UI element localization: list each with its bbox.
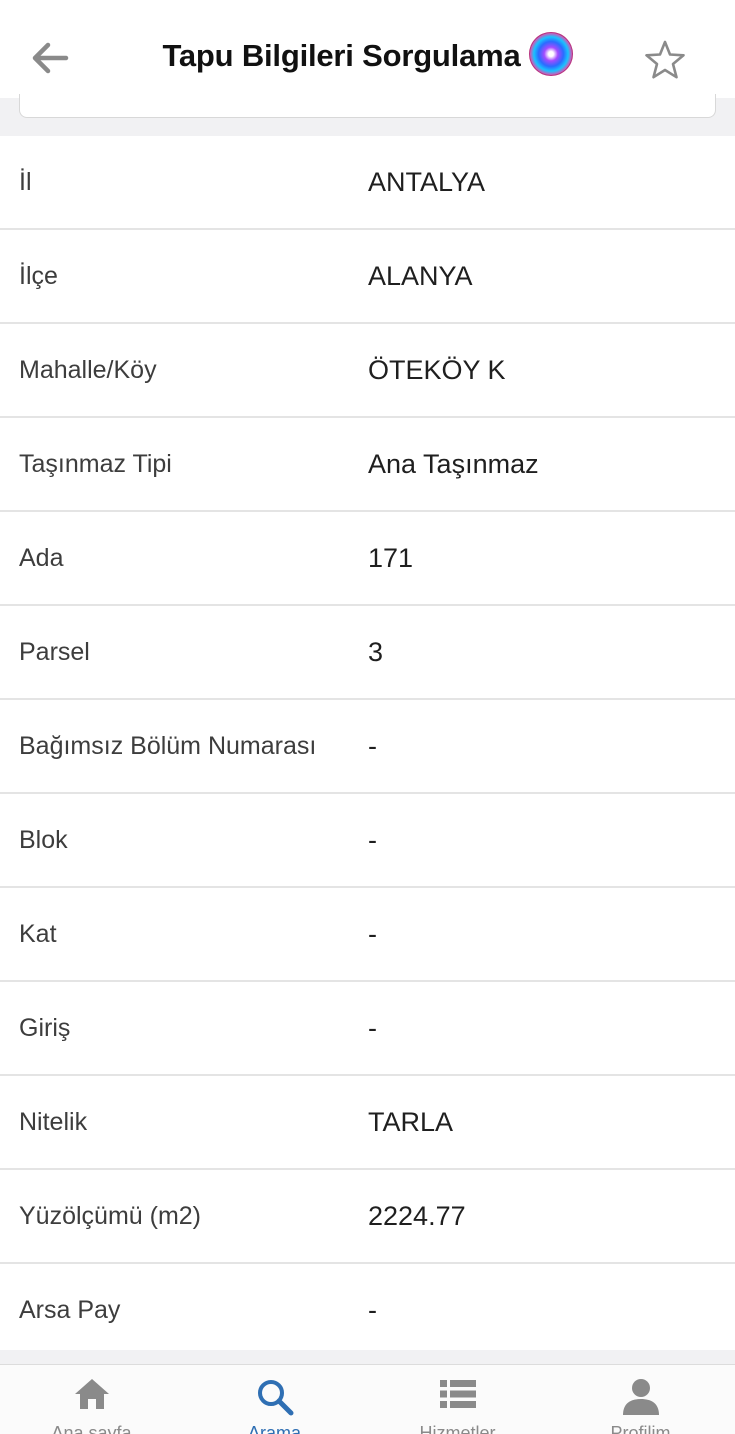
detail-row-giris: Giriş - [0,982,735,1076]
detail-value: 2224.77 [368,1201,466,1231]
detail-value: 3 [368,637,384,667]
detail-value: ÖTEKÖY K [368,355,506,385]
tab-label: Ana sayfa [51,1423,132,1434]
detail-row-il: İl ANTALYA [0,136,735,230]
detail-value: ANTALYA [368,167,486,197]
detail-row-blok: Blok - [0,794,735,888]
search-field[interactable] [19,94,716,118]
search-area [0,94,735,136]
tab-label: Arama [247,1423,301,1434]
detail-row-parsel: Parsel 3 [0,606,735,700]
detail-row-tasinmaz-tipi: Taşınmaz Tipi Ana Taşınmaz [0,418,735,512]
detail-label: Mahalle/Köy [19,356,157,384]
detail-value: TARLA [368,1107,454,1137]
detail-value: - [368,919,377,949]
person-icon [622,1379,659,1415]
detail-row-arsa-pay: Arsa Pay - [0,1264,735,1358]
favorite-button[interactable] [643,38,687,82]
detail-row-nitelik: Nitelik TARLA [0,1076,735,1170]
bottom-tab-bar: Ana sayfa Arama Hizmetler Profilim [0,1364,735,1434]
detail-row-mahalle: Mahalle/Köy ÖTEKÖY K [0,324,735,418]
list-icon [439,1380,476,1408]
tab-profile[interactable]: Profilim [549,1365,732,1434]
detail-label: Arsa Pay [19,1296,121,1324]
detail-row-bagimsiz-bolum: Bağımsız Bölüm Numarası - [0,700,735,794]
detail-value: - [368,1295,377,1325]
detail-label: İl [19,168,32,196]
detail-value: 171 [368,543,414,573]
search-icon [257,1380,293,1416]
section-gap [0,1350,735,1364]
home-icon [74,1379,109,1409]
detail-label: Parsel [19,638,90,666]
detail-row-kat: Kat - [0,888,735,982]
detail-value: Ana Taşınmaz [368,449,539,479]
detail-value: ALANYA [368,261,473,291]
detail-row-ilce: İlçe ALANYA [0,230,735,324]
detail-row-yuzolcumu: Yüzölçümü (m2) 2224.77 [0,1170,735,1264]
tab-label: Hizmetler [419,1423,496,1434]
header-title-group: Tapu Bilgileri Sorgulama [0,32,735,78]
tab-home[interactable]: Ana sayfa [0,1365,183,1434]
detail-value: - [368,731,377,761]
tab-label: Profilim [610,1423,671,1434]
detail-label: İlçe [19,262,58,290]
property-details-list: İl ANTALYA İlçe ALANYA Mahalle/Köy ÖTEKÖ… [0,136,735,1358]
detail-label: Blok [19,826,68,854]
detail-value: - [368,1013,377,1043]
detail-label: Yüzölçümü (m2) [19,1202,201,1230]
detail-label: Bağımsız Bölüm Numarası [19,732,317,760]
detail-value: - [368,825,377,855]
app-header: Tapu Bilgileri Sorgulama [0,0,735,99]
tab-search[interactable]: Arama [183,1365,366,1434]
siri-icon[interactable] [528,32,573,76]
detail-label: Taşınmaz Tipi [19,450,172,478]
detail-label: Ada [19,544,64,572]
detail-row-ada: Ada 171 [0,512,735,606]
detail-label: Kat [19,920,57,948]
detail-label: Nitelik [19,1108,88,1136]
tab-services[interactable]: Hizmetler [366,1365,549,1434]
star-outline-icon [645,40,685,79]
page-title: Tapu Bilgileri Sorgulama [162,38,521,73]
detail-label: Giriş [19,1014,71,1042]
